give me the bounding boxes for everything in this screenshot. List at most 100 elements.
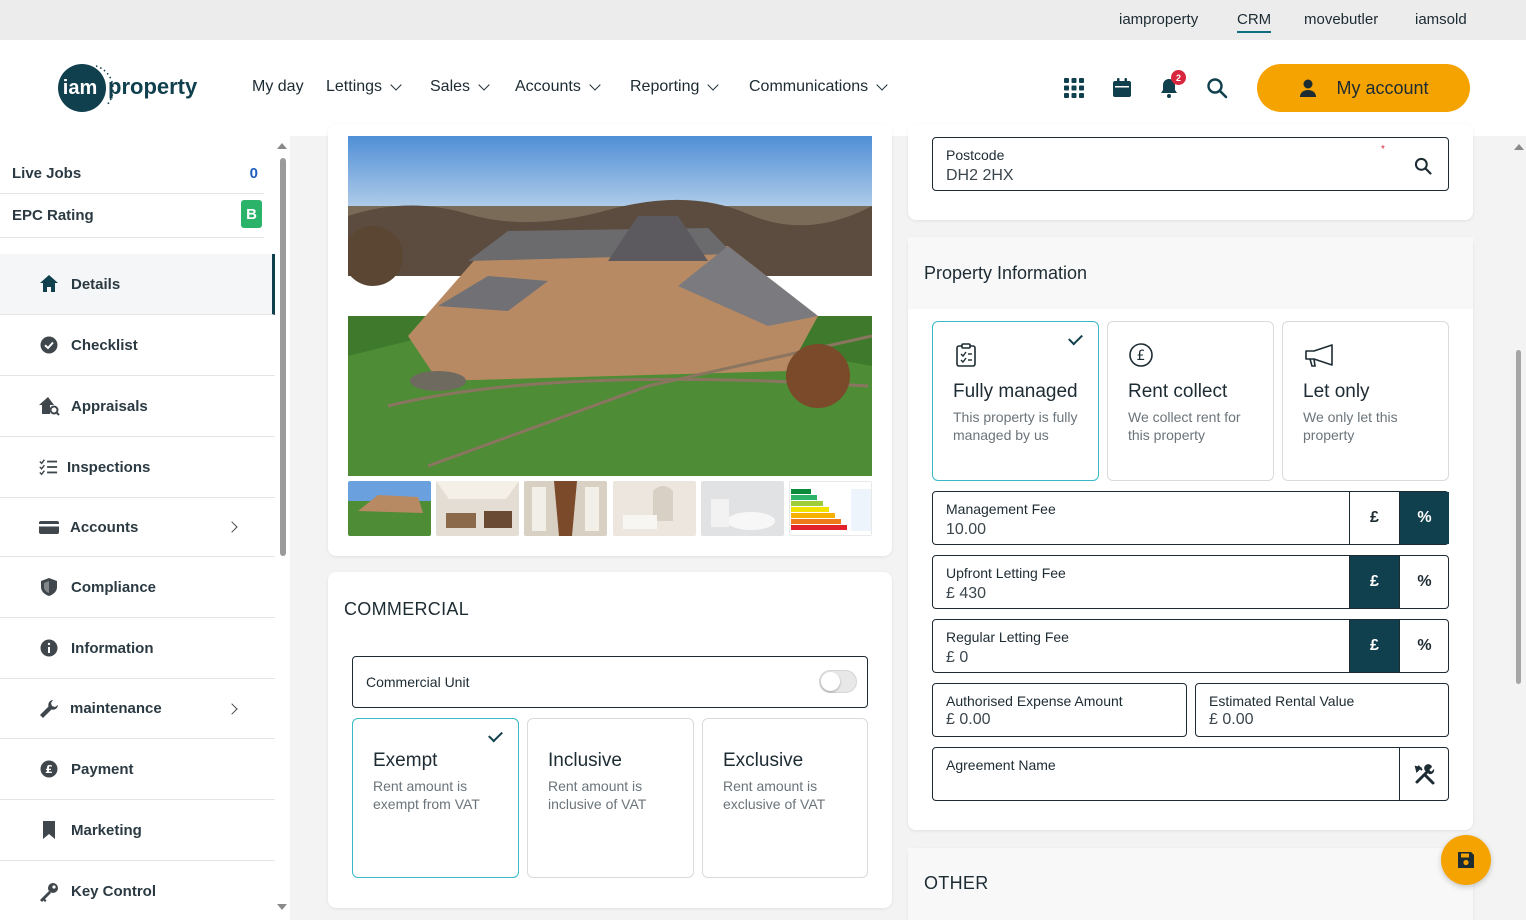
live-jobs-count: 0 [249, 165, 258, 182]
wrench-icon [40, 699, 58, 718]
chevron-right-icon [226, 702, 238, 715]
epc-rating-stat[interactable]: EPC Rating B [0, 194, 264, 238]
upfront-letting-fee-pound-toggle[interactable]: £ [1349, 556, 1399, 608]
search-icon[interactable] [1205, 76, 1229, 100]
upfront-letting-fee-field[interactable]: Upfront Letting Fee £ 430 £ % [932, 555, 1449, 609]
topbar-link-movebutler[interactable]: movebutler [1304, 11, 1378, 28]
main-header: iam property My day Lettings Sales Accou… [0, 40, 1526, 136]
epc-graph-thumbnail[interactable] [789, 481, 872, 536]
sidebar-item-maintenance[interactable]: maintenance [0, 679, 275, 739]
sidebar-item-label: Marketing [71, 821, 142, 839]
sidebar-item-payment[interactable]: £ Payment [0, 739, 275, 800]
sidebar-item-label: Details [71, 275, 121, 293]
sidebar-item-label: Checklist [71, 336, 138, 354]
nav-reporting[interactable]: Reporting [630, 78, 720, 96]
regular-letting-fee-percent-toggle[interactable]: % [1399, 620, 1449, 672]
scroll-up-arrow-icon[interactable] [277, 142, 287, 150]
sidebar-item-accounts[interactable]: Accounts [0, 498, 275, 557]
management-option-desc: We collect rent for this property [1128, 409, 1241, 443]
upfront-letting-fee-percent-toggle[interactable]: % [1399, 556, 1449, 608]
bookmark-icon [43, 821, 55, 839]
commercial-unit-toggle-row[interactable]: Commercial Unit [352, 656, 868, 708]
postcode-field[interactable]: Postcode DH2 2HX * [932, 137, 1449, 191]
live-jobs-stat[interactable]: Live Jobs 0 [0, 152, 264, 194]
nav-my-day[interactable]: My day [252, 78, 304, 96]
management-fee-pound-toggle[interactable]: £ [1349, 492, 1399, 544]
vat-option-inclusive[interactable]: Inclusive Rent amount is inclusive of VA… [527, 718, 694, 878]
vat-option-exclusive[interactable]: Exclusive Rent amount is exclusive of VA… [702, 718, 868, 878]
estimated-rental-value: £ 0.00 [1209, 711, 1254, 728]
nav-lettings[interactable]: Lettings [326, 78, 402, 96]
vat-option-title: Exempt [373, 750, 438, 771]
topbar-link-iamsold[interactable]: iamsold [1415, 11, 1467, 28]
sidebar-item-compliance[interactable]: Compliance [0, 557, 275, 618]
nav-communications[interactable]: Communications [749, 78, 888, 96]
authorised-expense-field[interactable]: Authorised Expense Amount £ 0.00 [932, 683, 1187, 737]
nav-accounts[interactable]: Accounts [515, 78, 601, 96]
agreement-tools-button[interactable] [1399, 748, 1449, 800]
upfront-letting-fee-label: Upfront Letting Fee [946, 565, 1066, 581]
management-option-rent-collect[interactable]: £ Rent collect We collect rent for this … [1107, 321, 1274, 481]
sidebar-item-details[interactable]: Details [0, 254, 275, 315]
my-account-label: My account [1336, 77, 1429, 98]
iamproperty-logo[interactable]: iam property [56, 64, 206, 114]
nav-sales[interactable]: Sales [430, 78, 490, 96]
sidebar-item-marketing[interactable]: Marketing [0, 800, 275, 861]
main-scrollbar-thumb[interactable] [1516, 350, 1521, 684]
gallery-thumbnail[interactable] [348, 481, 431, 536]
vat-option-title: Inclusive [548, 750, 622, 771]
epc-rating-label: EPC Rating [12, 207, 94, 224]
nav-label: Accounts [515, 78, 581, 95]
sidebar-item-label: Information [71, 639, 154, 657]
management-option-title: Rent collect [1128, 381, 1228, 402]
regular-letting-fee-value: £ 0 [946, 649, 969, 666]
sidebar-item-key-control[interactable]: Key Control [0, 861, 275, 920]
property-main-photo[interactable] [348, 136, 872, 476]
gallery-thumbnail[interactable] [613, 481, 696, 536]
commercial-unit-toggle[interactable] [819, 670, 857, 693]
topbar-link-crm[interactable]: CRM [1237, 11, 1272, 33]
regular-letting-fee-field[interactable]: Regular Letting Fee £ 0 £ % [932, 619, 1449, 673]
sidebar-item-label: maintenance [70, 700, 162, 717]
gallery-thumbnail[interactable] [524, 481, 607, 536]
megaphone-icon [1305, 344, 1333, 367]
sidebar-item-checklist[interactable]: Checklist [0, 315, 275, 376]
upfront-letting-fee-value: £ 430 [946, 585, 987, 602]
search-icon[interactable] [1413, 156, 1433, 176]
logo-wordmark: property [108, 74, 198, 99]
estimated-rental-value-field[interactable]: Estimated Rental Value £ 0.00 [1195, 683, 1449, 737]
management-fee-field[interactable]: Management Fee 10.00 £ % [932, 491, 1449, 545]
other-section-title: OTHER [924, 873, 989, 893]
chevron-down-icon [707, 78, 720, 91]
epc-rating-badge: B [241, 200, 262, 228]
key-icon [40, 882, 58, 902]
management-fee-percent-toggle[interactable]: % [1399, 492, 1449, 544]
sidebar-item-label: Inspections [67, 458, 151, 476]
gallery-thumbnail[interactable] [436, 481, 519, 536]
sidebar-item-information[interactable]: Information [0, 618, 275, 679]
user-icon [1300, 79, 1317, 97]
topbar-link-iamproperty[interactable]: iamproperty [1119, 11, 1198, 28]
my-account-button[interactable]: My account [1257, 64, 1470, 112]
pound-coin-icon: £ [40, 760, 58, 778]
vat-option-desc: Rent amount is exclusive of VAT [723, 778, 826, 812]
gallery-thumbnail[interactable] [701, 481, 784, 536]
sidebar-item-inspections[interactable]: Inspections [0, 437, 275, 498]
agreement-name-field[interactable]: Agreement Name [932, 747, 1449, 801]
regular-letting-fee-pound-toggle[interactable]: £ [1349, 620, 1399, 672]
management-option-let-only[interactable]: Let only We only let this property [1282, 321, 1449, 481]
save-button[interactable] [1441, 835, 1491, 885]
apps-grid-icon[interactable] [1062, 76, 1086, 100]
authorised-expense-value: £ 0.00 [946, 711, 991, 728]
sidebar-scrollbar-thumb[interactable] [280, 158, 286, 556]
property-sidebar: Live Jobs 0 EPC Rating B Details Checkli… [0, 136, 290, 920]
management-option-fully-managed[interactable]: Fully managed This property is fully man… [932, 321, 1099, 481]
main-scroll-up-arrow-icon[interactable] [1514, 144, 1524, 150]
vat-option-exempt[interactable]: Exempt Rent amount is exempt from VAT [352, 718, 519, 878]
sidebar-item-appraisals[interactable]: Appraisals [0, 376, 275, 437]
nav-label: Reporting [630, 78, 700, 95]
scroll-down-arrow-icon[interactable] [277, 903, 287, 911]
calendar-icon[interactable] [1110, 76, 1134, 100]
agreement-name-label: Agreement Name [946, 757, 1056, 773]
chevron-down-icon [478, 78, 490, 91]
